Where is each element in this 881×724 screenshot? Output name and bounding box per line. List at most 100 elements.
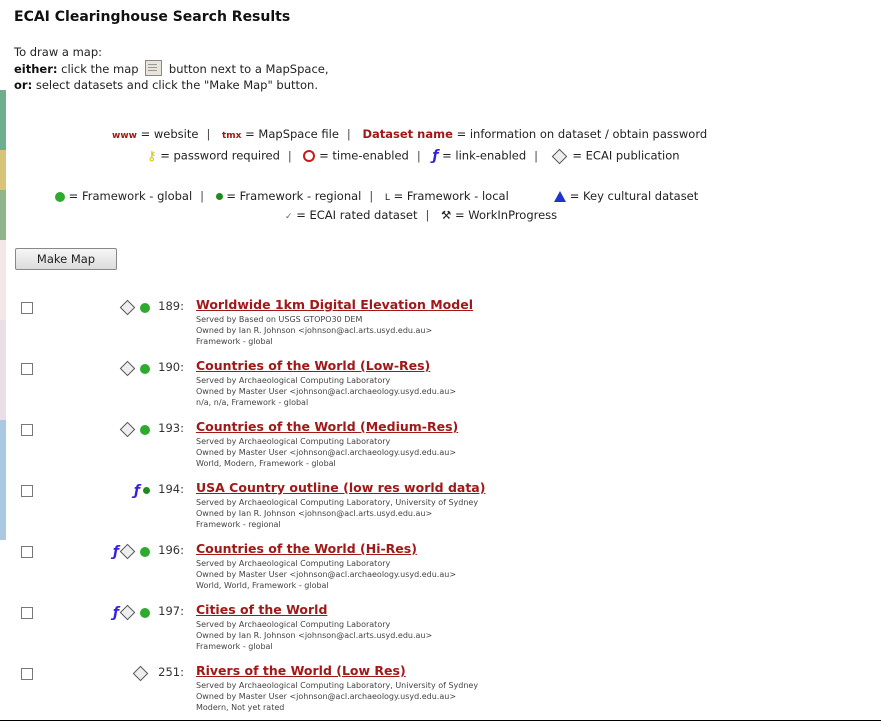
framework-global-icon — [140, 424, 150, 435]
dataset-details: Served by Archaeological Computing Labor… — [196, 497, 478, 530]
dataset-title-link[interactable]: Countries of the World (Medium-Res) — [196, 419, 458, 434]
dataset-detail-line: Served by Archaeological Computing Labor… — [196, 620, 391, 629]
table-row: 190: Countries of the World (Low-Res) Serv… — [0, 358, 881, 418]
work-in-progress-icon: ⚒ — [441, 208, 452, 222]
legend-row-4: ✓ = ECAI rated dataset | ⚒ = WorkInProgre… — [285, 208, 558, 222]
dataset-detail-line: Served by Archaeological Computing Labor… — [196, 437, 391, 446]
table-row: 189: Worldwide 1km Digital Elevation Mode… — [0, 297, 881, 357]
dataset-detail-line: Served by Archaeological Computing Labor… — [196, 559, 391, 568]
dataset-detail-line: Served by Archaeological Computing Labor… — [196, 681, 479, 690]
www-icon: www — [112, 131, 137, 141]
dataset-icons — [80, 297, 150, 316]
dataset-detail-line: Owned by Ian R. Johnson <johnson@acl.art… — [196, 631, 433, 640]
dataset-detail-line: Modern, Not yet rated — [196, 703, 285, 712]
dataset-detail-line: Owned by Ian R. Johnson <johnson@acl.art… — [196, 509, 433, 518]
clock-icon — [303, 150, 316, 162]
dataset-number: 193: — [158, 421, 184, 435]
bottom-divider — [0, 720, 881, 721]
dataset-title-link[interactable]: Cities of the World — [196, 602, 327, 617]
triangle-icon — [554, 191, 567, 202]
dataset-number: 194: — [158, 482, 184, 496]
dataset-details: Served by Archaeological Computing Labor… — [196, 619, 432, 652]
dataset-detail-line: Framework - global — [196, 642, 273, 651]
dataset-title-link[interactable]: USA Country outline (low res world data) — [196, 480, 485, 495]
dataset-icons — [80, 358, 150, 377]
dataset-detail-line: World, Modern, Framework - global — [196, 459, 336, 468]
dataset-detail-line: n/a, n/a, Framework - global — [196, 398, 309, 407]
table-row: ƒ 196: Countries of the World (Hi-Res) Serv… — [0, 541, 881, 601]
dataset-detail-line: Served by Archaeological Computing Labor… — [196, 498, 479, 507]
mapspace-icon: tmx — [221, 131, 242, 141]
table-row: ƒ 197: Cities of the World Served by Archae… — [0, 602, 881, 662]
publication-icon — [119, 299, 136, 316]
legend-row-2: ⚷ = password required | = time-enabled | ƒ… — [147, 148, 680, 164]
dataset-details: Served by Archaeological Computing Labor… — [196, 558, 456, 591]
dataset-checkbox[interactable] — [21, 546, 33, 558]
dataset-checkbox[interactable] — [21, 424, 33, 436]
dataset-checkbox[interactable] — [21, 607, 33, 619]
dataset-detail-line: Owned by Master User <johnson@acl.archae… — [196, 692, 457, 701]
publication-icon — [132, 665, 149, 682]
publication-icon — [119, 360, 136, 377]
dataset-checkbox[interactable] — [21, 363, 33, 375]
dataset-detail-line: Served by Archaeological Computing Labor… — [196, 376, 391, 385]
dataset-checkbox[interactable] — [21, 302, 33, 314]
map-button-icon — [145, 60, 163, 76]
instructions-or: or: select datasets and click the "Make … — [14, 78, 318, 92]
dataset-title-link[interactable]: Countries of the World (Hi-Res) — [196, 541, 417, 556]
dataset-title-link[interactable]: Worldwide 1km Digital Elevation Model — [196, 297, 473, 312]
dataset-details: Served by Archaeological Computing Labor… — [196, 375, 456, 408]
link-icon: ƒ — [133, 482, 140, 499]
instructions-either: either: click the map button next to a M… — [14, 60, 329, 76]
dataset-number: 197: — [158, 604, 184, 618]
framework-global-icon — [140, 363, 150, 374]
framework-local-icon: L — [384, 193, 390, 203]
dataset-icons: ƒ — [80, 602, 150, 621]
dataset-detail-line: World, World, Framework - global — [196, 581, 329, 590]
dataset-details: Served by Archaeological Computing Labor… — [196, 680, 478, 713]
dataset-icons: ƒ — [80, 541, 150, 560]
dataset-name-sample: Dataset name — [362, 127, 453, 141]
key-icon: ⚷ — [147, 148, 157, 164]
dataset-detail-line: Served by Based on USGS GTOPO30 DEM — [196, 315, 363, 324]
legend-row-3: = Framework - global | = Framework - regi… — [55, 189, 698, 203]
dataset-icons — [80, 663, 150, 682]
table-row: 251: Rivers of the World (Low Res) Served … — [0, 663, 881, 723]
link-icon: ƒ — [432, 148, 439, 164]
dataset-number: 190: — [158, 360, 184, 374]
framework-regional-icon — [215, 193, 223, 200]
framework-regional-icon — [143, 487, 150, 494]
link-icon: ƒ — [112, 543, 119, 560]
publication-icon — [551, 148, 567, 164]
table-row: 193: Countries of the World (Medium-Res) S… — [0, 419, 881, 479]
dataset-title-link[interactable]: Countries of the World (Low-Res) — [196, 358, 430, 373]
instructions: To draw a map: either: click the map but… — [14, 44, 329, 93]
dataset-detail-line: Owned by Ian R. Johnson <johnson@acl.art… — [196, 326, 433, 335]
publication-icon — [119, 604, 136, 621]
dataset-detail-line: Owned by Master User <johnson@acl.archae… — [196, 387, 457, 396]
dataset-number: 251: — [158, 665, 184, 679]
dataset-details: Served by Based on USGS GTOPO30 DEM Owned… — [196, 314, 432, 347]
dataset-detail-line: Owned by Master User <johnson@acl.archae… — [196, 448, 457, 457]
legend-row-1: www = website | tmx = MapSpace file | Data… — [112, 127, 708, 141]
table-row: ƒ 194: USA Country outline (low res world … — [0, 480, 881, 540]
publication-icon — [119, 543, 136, 560]
dataset-detail-line: Framework - regional — [196, 520, 281, 529]
instructions-heading: To draw a map: — [14, 45, 103, 59]
dataset-number: 189: — [158, 299, 184, 313]
rated-icon: ✓ — [285, 212, 293, 222]
framework-global-icon — [140, 607, 150, 618]
link-icon: ƒ — [112, 604, 119, 621]
make-map-button[interactable]: Make Map — [15, 248, 117, 270]
dataset-icons: ƒ — [80, 480, 150, 499]
dataset-icons — [80, 419, 150, 438]
framework-global-icon — [140, 302, 150, 313]
publication-icon — [119, 421, 136, 438]
framework-global-icon — [140, 546, 150, 557]
dataset-title-link[interactable]: Rivers of the World (Low Res) — [196, 663, 406, 678]
dataset-detail-line: Owned by Master User <johnson@acl.archae… — [196, 570, 457, 579]
dataset-checkbox[interactable] — [21, 668, 33, 680]
dataset-number: 196: — [158, 543, 184, 557]
dataset-checkbox[interactable] — [21, 485, 33, 497]
framework-global-icon — [55, 191, 65, 202]
